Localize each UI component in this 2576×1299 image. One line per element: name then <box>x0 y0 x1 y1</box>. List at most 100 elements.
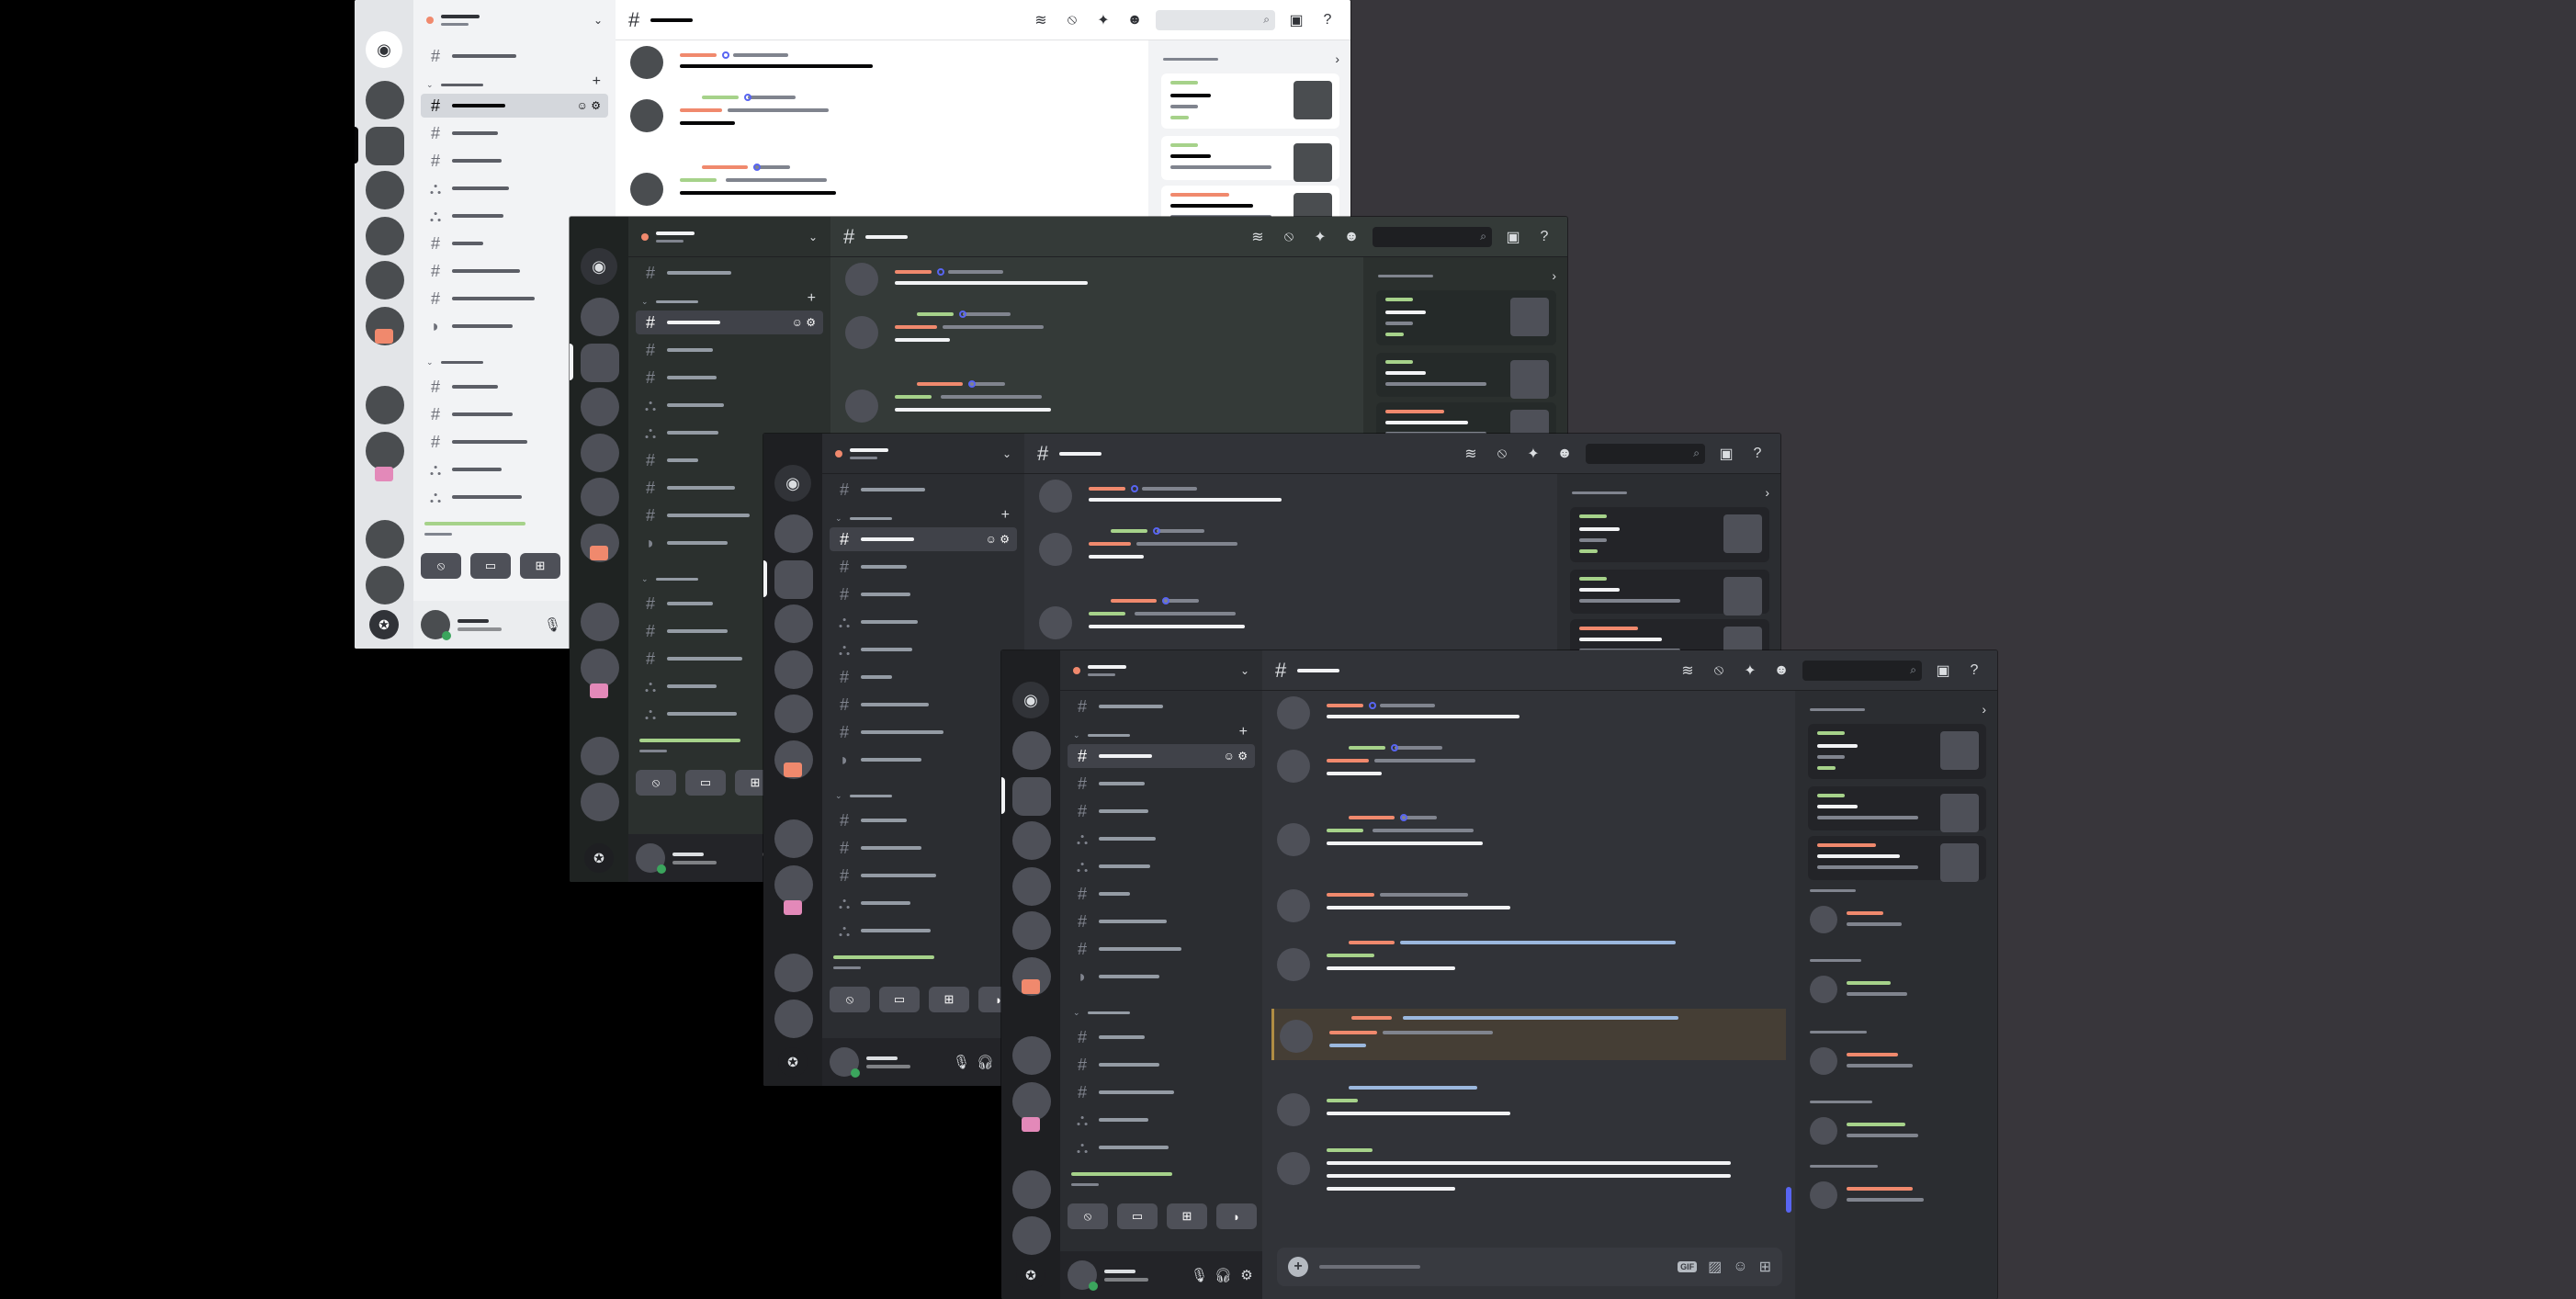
server-icon[interactable] <box>366 217 404 255</box>
user-avatar[interactable] <box>1068 1260 1098 1291</box>
server-header[interactable]: ⌄ <box>1060 650 1262 691</box>
help-icon[interactable]: ? <box>1317 12 1338 28</box>
channel-item[interactable]: # <box>830 693 1017 717</box>
pin-icon[interactable]: ✦ <box>1740 661 1760 680</box>
chat-scrollbar[interactable] <box>1786 1187 1791 1213</box>
threads-icon[interactable]: ≋ <box>1678 661 1698 680</box>
server-icon[interactable] <box>1012 731 1051 770</box>
member-avatar[interactable] <box>1810 976 1837 1003</box>
folder-icon[interactable] <box>784 900 802 915</box>
discord-logo-icon[interactable]: ◉ <box>366 31 402 68</box>
channel-item[interactable]: # <box>421 149 608 173</box>
chevron-right-icon[interactable]: › <box>1765 485 1769 500</box>
channel-item-selected[interactable]: # ☺ ⚙ <box>636 311 823 334</box>
server-icon[interactable] <box>774 865 813 904</box>
channel-item[interactable]: # <box>1068 799 1255 823</box>
channel-item[interactable]: ⛬ <box>1068 1135 1255 1159</box>
headphones-icon[interactable]: 🎧︎ <box>1215 1267 1232 1283</box>
server-icon[interactable] <box>581 298 619 336</box>
folder-icon[interactable] <box>375 467 393 481</box>
activity-card[interactable] <box>1808 724 1986 779</box>
category-header[interactable]: ⌄ <box>835 788 892 803</box>
threads-icon[interactable]: ≋ <box>1461 445 1481 463</box>
microphone-icon[interactable]: 🎙︎ <box>1191 1267 1208 1283</box>
server-icon[interactable] <box>774 954 813 992</box>
message[interactable] <box>1271 1082 1786 1128</box>
channel-item[interactable]: ⛬ <box>830 610 1017 634</box>
inbox-icon[interactable]: ▣ <box>1716 445 1736 463</box>
chevron-right-icon[interactable]: › <box>1982 702 1986 717</box>
search-icon[interactable]: ⌕ <box>1263 13 1270 27</box>
members-icon[interactable]: ☻ <box>1341 229 1361 245</box>
message-avatar[interactable] <box>845 263 878 296</box>
sticker-icon[interactable]: ▨ <box>1708 1258 1722 1276</box>
message[interactable] <box>1271 937 1786 983</box>
message-avatar[interactable] <box>1277 889 1310 922</box>
channel-item[interactable]: # <box>830 808 1017 832</box>
channel-item[interactable]: ⛬ <box>830 638 1017 661</box>
folder-icon[interactable] <box>784 762 802 777</box>
server-icon[interactable] <box>774 514 813 553</box>
member-avatar[interactable] <box>1810 1047 1837 1075</box>
soundboard-button[interactable]: ◗ <box>1216 1203 1257 1229</box>
server-icon[interactable] <box>581 783 619 821</box>
activity-card[interactable] <box>1376 290 1556 345</box>
message[interactable] <box>625 162 1139 208</box>
channel-item[interactable]: # <box>636 366 823 390</box>
channel-item[interactable]: # <box>830 582 1017 606</box>
channel-item[interactable]: # <box>830 555 1017 579</box>
message[interactable] <box>1271 695 1786 731</box>
chevron-down-icon[interactable]: ⌄ <box>1240 664 1249 677</box>
activity-card[interactable] <box>1161 73 1339 129</box>
folder-icon[interactable] <box>1022 979 1040 994</box>
add-attachment-button[interactable]: + <box>1288 1257 1308 1277</box>
compass-icon[interactable]: ✪ <box>584 843 614 873</box>
pin-icon[interactable]: ✦ <box>1093 11 1113 29</box>
bell-slash-icon[interactable]: ⦸ <box>1279 229 1299 245</box>
search-icon[interactable]: ⌕ <box>1693 446 1700 460</box>
channel-item[interactable]: # <box>636 338 823 362</box>
message[interactable] <box>840 261 1354 298</box>
compass-icon[interactable]: ✪ <box>778 1047 808 1077</box>
server-header[interactable]: ⌄ <box>822 434 1024 474</box>
plus-icon[interactable]: + <box>808 290 816 307</box>
message[interactable] <box>1034 522 1548 568</box>
server-icon[interactable] <box>774 819 813 858</box>
gear-icon[interactable]: ⚙ <box>1238 1267 1255 1283</box>
user-avatar[interactable] <box>830 1047 860 1078</box>
message-avatar[interactable] <box>1039 606 1072 639</box>
folder-icon[interactable] <box>375 329 393 344</box>
microphone-icon[interactable]: 🎙︎ <box>953 1054 970 1070</box>
gear-icon[interactable]: ☺ ⚙ <box>1224 750 1248 762</box>
video-off-button[interactable]: ⦸ <box>1068 1203 1108 1229</box>
search-input[interactable]: ⌕ <box>1156 9 1275 30</box>
channel-item[interactable]: ⛬ <box>1068 854 1255 878</box>
message-avatar[interactable] <box>1039 480 1072 513</box>
server-icon[interactable] <box>1012 1082 1051 1121</box>
server-icon[interactable] <box>581 478 619 516</box>
channel-item[interactable]: ⛬ <box>1068 827 1255 851</box>
discord-logo-icon[interactable]: ◉ <box>1012 682 1049 718</box>
folder-icon[interactable] <box>590 683 608 698</box>
discord-logo-icon[interactable]: ◉ <box>581 248 617 285</box>
search-icon[interactable]: ⌕ <box>1910 663 1916 677</box>
server-icon[interactable] <box>774 1000 813 1038</box>
server-icon[interactable] <box>1012 1216 1051 1255</box>
user-avatar[interactable] <box>421 610 451 640</box>
pin-icon[interactable]: ✦ <box>1523 445 1543 463</box>
threads-icon[interactable]: ≋ <box>1031 11 1051 29</box>
server-icon[interactable] <box>774 560 813 599</box>
search-input[interactable]: ⌕ <box>1373 226 1492 247</box>
screen-share-button[interactable]: ▭ <box>879 987 920 1012</box>
user-avatar[interactable] <box>636 843 666 874</box>
member-item[interactable] <box>1810 1178 1986 1214</box>
help-icon[interactable]: ? <box>1747 446 1768 462</box>
message-avatar[interactable] <box>630 46 663 79</box>
channel-item[interactable]: ⛬ <box>1068 1108 1255 1132</box>
bell-slash-icon[interactable]: ⦸ <box>1492 446 1512 462</box>
gear-icon[interactable]: ☺ ⚙ <box>577 99 601 112</box>
compass-icon[interactable]: ✪ <box>369 610 399 639</box>
message[interactable] <box>1034 595 1548 641</box>
message-avatar[interactable] <box>845 390 878 423</box>
server-icon[interactable] <box>1012 1036 1051 1075</box>
